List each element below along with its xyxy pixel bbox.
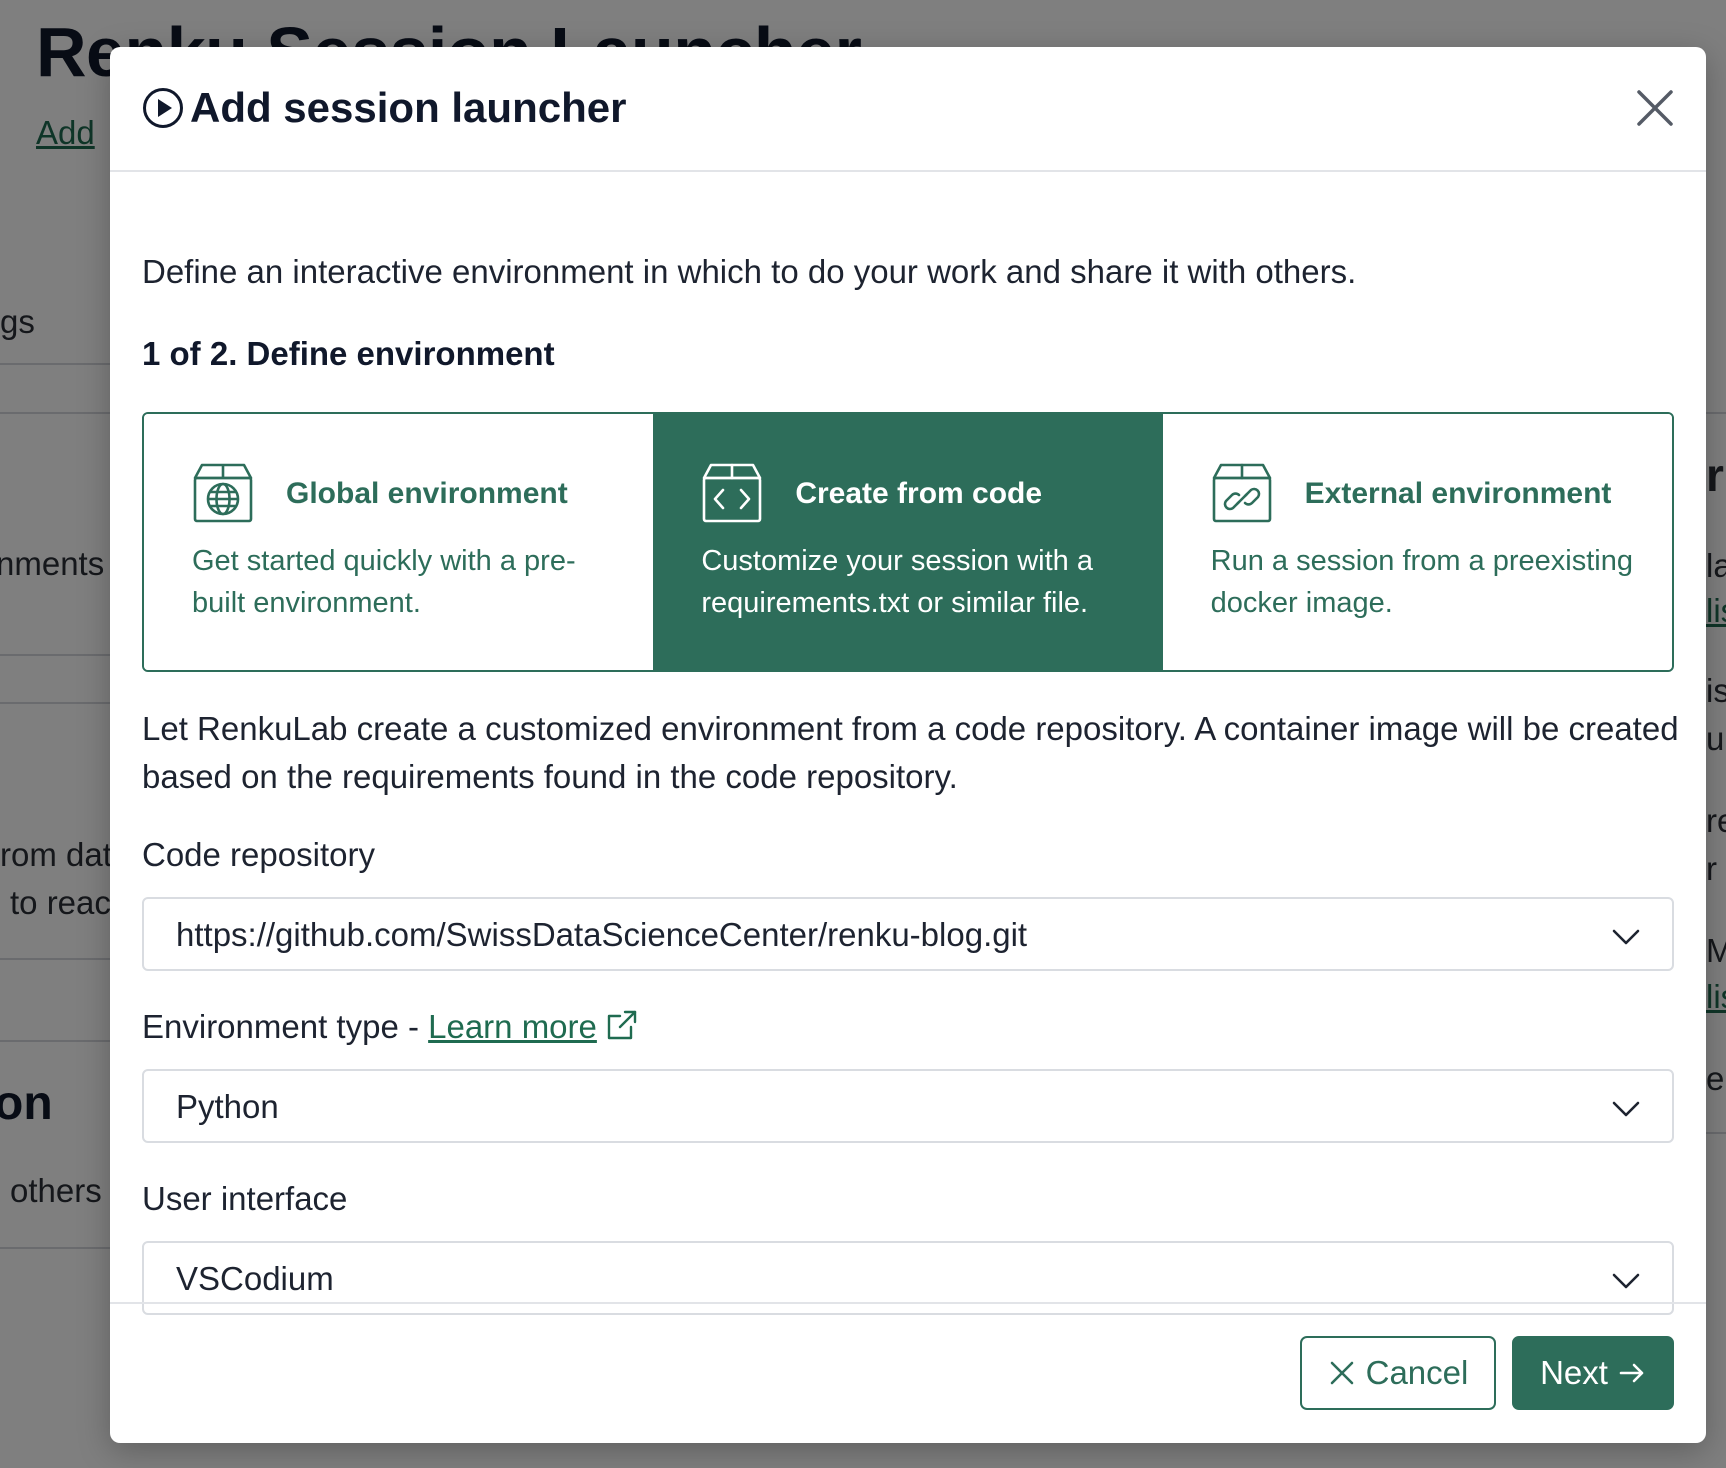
arrow-right-icon [1619, 1363, 1644, 1383]
option-external-environment[interactable]: External environment Run a session from … [1162, 414, 1672, 670]
option-title: External environment [1304, 477, 1612, 510]
close-icon [1330, 1361, 1353, 1385]
code-repository-label: Code repository [142, 836, 375, 873]
option-create-from-code[interactable]: Create from code Customize your session … [653, 414, 1163, 670]
user-interface-label: User interface [142, 1180, 348, 1217]
option-global-environment[interactable]: Global environment Get started quickly w… [144, 414, 654, 670]
environment-options: Global environment Get started quickly w… [142, 412, 1674, 672]
external-link-icon[interactable] [605, 1008, 639, 1042]
user-interface-value: VSCodium [176, 1260, 334, 1297]
option-title: Global environment [286, 477, 568, 510]
code-repository-value: https://github.com/SwissDataScienceCente… [176, 916, 1028, 953]
option-description: Customize your session with a requiremen… [701, 545, 1093, 619]
next-button[interactable]: Next [1512, 1336, 1674, 1410]
close-button[interactable] [1628, 81, 1682, 135]
learn-more-link[interactable]: Learn more [428, 1008, 597, 1045]
code-box-icon [703, 463, 762, 523]
modal-intro-text: Define an interactive environment in whi… [142, 253, 1357, 290]
chevron-down-icon [1612, 1101, 1640, 1117]
play-circle-icon [143, 88, 183, 128]
link-box-icon [1212, 463, 1271, 523]
modal-footer: Cancel Next [110, 1302, 1706, 1443]
modal-title: Add session launcher [190, 84, 627, 131]
environment-type-value: Python [176, 1088, 279, 1125]
environment-type-label-text: Environment type - [142, 1008, 429, 1045]
chevron-down-icon [1612, 1273, 1640, 1289]
cancel-button-label: Cancel [1365, 1354, 1469, 1391]
environment-type-label: Environment type - Learn more [142, 1005, 639, 1049]
environment-type-select[interactable]: Python [142, 1069, 1674, 1143]
chevron-down-icon [1612, 929, 1640, 945]
step-title: 1 of 2. Define environment [142, 335, 555, 372]
option-title: Create from code [795, 477, 1043, 510]
close-icon [1637, 90, 1673, 126]
next-button-label: Next [1540, 1354, 1608, 1391]
add-session-launcher-modal: Add session launcher Define an interacti… [110, 47, 1706, 1443]
globe-box-icon [193, 463, 253, 523]
modal-header: Add session launcher [110, 47, 1706, 172]
cancel-button[interactable]: Cancel [1300, 1336, 1496, 1410]
environment-description: Let RenkuLab create a customized environ… [142, 710, 1679, 795]
option-description: Run a session from a preexisting docker … [1210, 545, 1633, 619]
option-description: Get started quickly with a pre-built env… [192, 545, 576, 619]
code-repository-select[interactable]: https://github.com/SwissDataScienceCente… [142, 897, 1674, 971]
